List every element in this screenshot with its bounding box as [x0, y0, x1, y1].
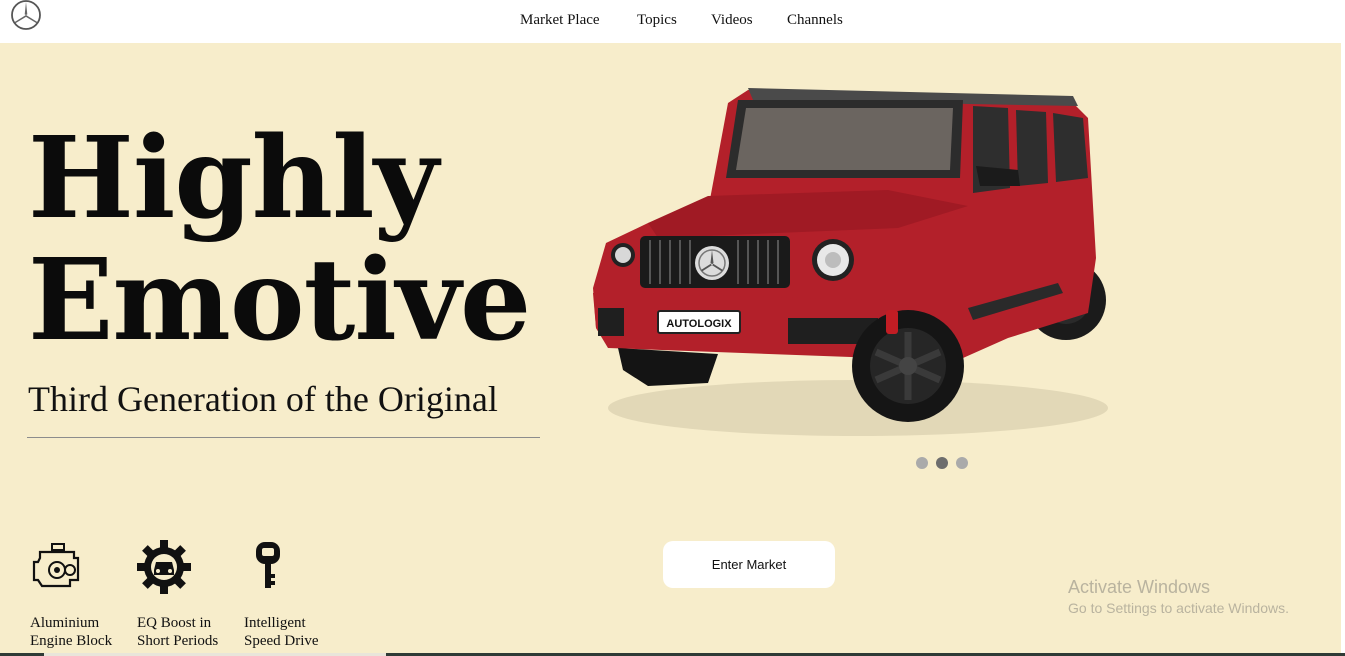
- top-navigation-bar: Market Place Topics Videos Channels: [0, 0, 1345, 43]
- feature-3-line-1: Intelligent: [244, 615, 306, 631]
- engine-icon: [32, 543, 80, 588]
- feature-2-line-2: Short Periods: [137, 633, 219, 649]
- nav-market-place[interactable]: Market Place: [520, 12, 600, 29]
- gear-car-icon: [137, 540, 191, 594]
- red-suv-image: AUTOLOGIX: [593, 88, 1108, 436]
- feature-aluminium-engine: Aluminium Engine Block: [30, 540, 130, 650]
- headline-line-1: Highly: [28, 113, 439, 244]
- feature-eq-boost: EQ Boost in Short Periods: [137, 540, 237, 650]
- carousel-dot-1[interactable]: [916, 457, 928, 469]
- feature-3-line-2: Speed Drive: [244, 633, 319, 649]
- activate-windows-watermark: Activate Windows Go to Settings to activ…: [1068, 577, 1289, 616]
- hero-subtitle: Third Generation of the Original: [28, 379, 498, 419]
- nav-topics[interactable]: Topics: [637, 12, 677, 29]
- feature-1-line-2: Engine Block: [30, 633, 113, 649]
- license-plate-text: AUTOLOGIX: [666, 318, 732, 330]
- nav-channels[interactable]: Channels: [787, 12, 843, 29]
- carousel-dot-2[interactable]: [936, 457, 948, 469]
- activate-windows-title: Activate Windows: [1068, 577, 1211, 597]
- hero-divider: [27, 437, 540, 438]
- feature-1-line-1: Aluminium: [30, 615, 100, 631]
- enter-market-button[interactable]: Enter Market: [663, 541, 835, 588]
- right-edge-strip: [1341, 43, 1345, 656]
- feature-intelligent-speed: Intelligent Speed Drive: [244, 540, 344, 650]
- nav-videos[interactable]: Videos: [711, 12, 753, 29]
- car-key-icon: [256, 542, 280, 588]
- carousel-dot-3[interactable]: [956, 457, 968, 469]
- mercedes-star-icon[interactable]: [8, 0, 44, 32]
- activate-windows-subtitle: Go to Settings to activate Windows.: [1068, 600, 1289, 616]
- feature-2-line-1: EQ Boost in: [137, 615, 212, 631]
- carousel-dots: [916, 457, 968, 469]
- hero-headline: Highly Emotive: [28, 113, 531, 366]
- headline-line-2: Emotive: [28, 235, 531, 366]
